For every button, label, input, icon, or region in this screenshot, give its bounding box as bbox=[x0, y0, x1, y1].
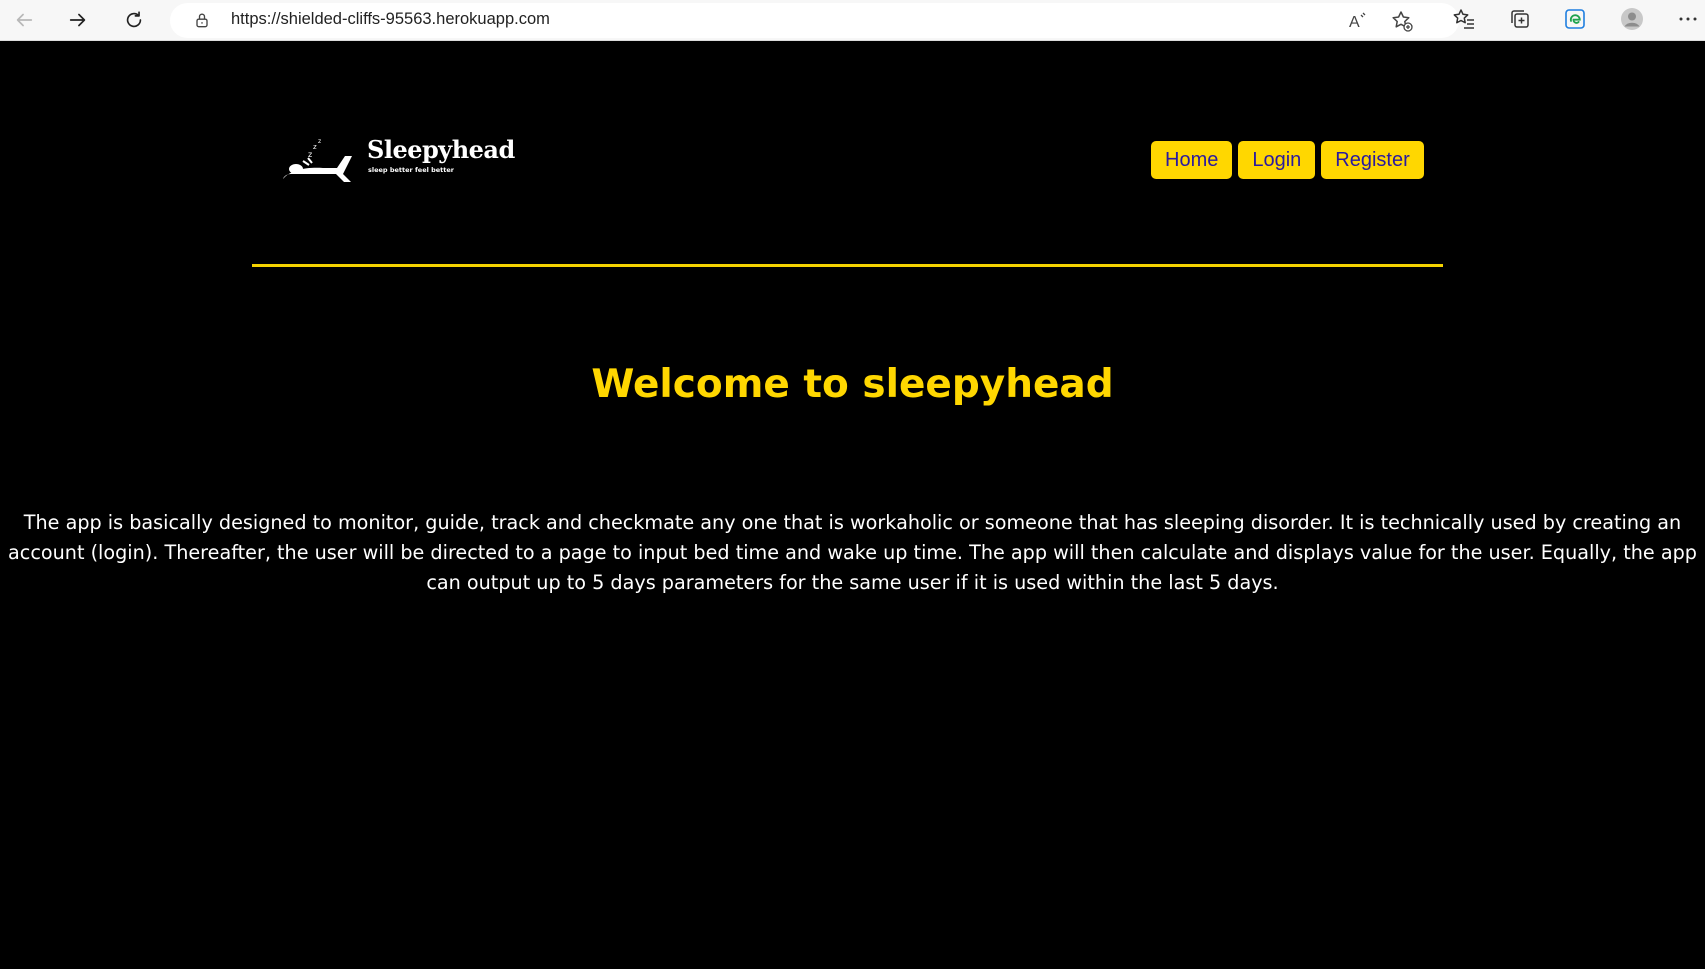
sleeping-person-icon: z z z bbox=[283, 138, 352, 182]
more-options-button[interactable] bbox=[1674, 5, 1702, 33]
header-divider bbox=[252, 264, 1443, 267]
more-options-icon bbox=[1679, 17, 1697, 21]
nav-register-button[interactable]: Register bbox=[1321, 141, 1424, 179]
refresh-button[interactable] bbox=[118, 4, 150, 36]
back-icon bbox=[16, 13, 33, 27]
forward-button[interactable] bbox=[62, 4, 94, 36]
address-bar[interactable]: https://shielded-cliffs-95563.herokuapp.… bbox=[170, 3, 1459, 38]
favorites-icon bbox=[1453, 9, 1474, 29]
logo-tagline: sleep better feel better bbox=[368, 166, 455, 174]
svg-text:z: z bbox=[318, 138, 321, 145]
edge-browser-icon bbox=[1565, 9, 1585, 29]
site-header: z z z Sleepyhead sleep better feel bette… bbox=[0, 41, 1705, 271]
welcome-heading: Welcome to sleepyhead bbox=[591, 362, 1114, 407]
collections-icon bbox=[1511, 10, 1529, 28]
add-favorite-icon[interactable] bbox=[1390, 9, 1414, 33]
svg-text:z: z bbox=[313, 143, 317, 151]
nav-login-button[interactable]: Login bbox=[1238, 141, 1316, 179]
back-button[interactable] bbox=[8, 4, 40, 36]
edge-button[interactable] bbox=[1561, 5, 1589, 33]
logo[interactable]: z z z Sleepyhead sleep better feel bette… bbox=[283, 133, 515, 193]
logo-title: Sleepyhead bbox=[367, 135, 515, 164]
profile-button[interactable] bbox=[1618, 5, 1646, 33]
url-text[interactable]: https://shielded-cliffs-95563.herokuapp.… bbox=[231, 10, 550, 29]
main-nav: Home Login Register bbox=[1151, 141, 1424, 179]
collections-button[interactable] bbox=[1506, 5, 1534, 33]
nav-home-button[interactable]: Home bbox=[1151, 141, 1233, 179]
favorites-button[interactable] bbox=[1450, 5, 1478, 33]
profile-icon bbox=[1621, 8, 1643, 30]
forward-icon bbox=[69, 13, 86, 27]
app-description: The app is basically designed to monitor… bbox=[8, 511, 1697, 594]
lock-icon[interactable] bbox=[192, 10, 212, 30]
svg-text:z: z bbox=[308, 150, 312, 159]
browser-toolbar: https://shielded-cliffs-95563.herokuapp.… bbox=[0, 0, 1705, 41]
refresh-icon bbox=[126, 11, 142, 28]
svg-text:A: A bbox=[1349, 14, 1360, 31]
read-aloud-icon[interactable]: A bbox=[1346, 9, 1370, 33]
